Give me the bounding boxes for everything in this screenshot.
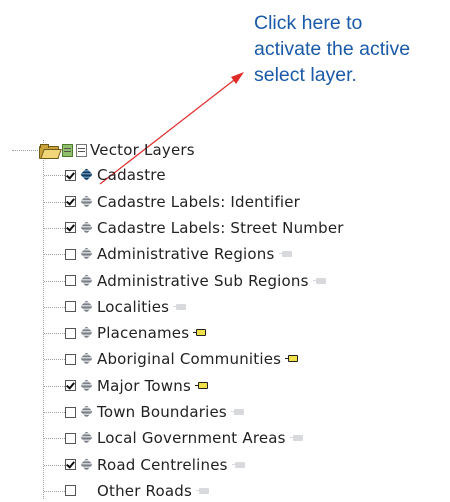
- tree-connector: [44, 306, 65, 308]
- label-tag-icon[interactable]: [231, 461, 246, 469]
- layer-label: Other Roads: [97, 481, 193, 500]
- select-layer-icon[interactable]: [79, 221, 93, 235]
- layer-row[interactable]: Administrative Sub Regions: [65, 270, 327, 292]
- layer-visibility-checkbox[interactable]: [65, 275, 76, 286]
- layer-label: Administrative Regions: [97, 245, 275, 264]
- layer-row[interactable]: Road Centrelines: [65, 454, 246, 476]
- select-layer-icon[interactable]: [79, 405, 93, 419]
- layer-tree: Vector Layers Cadastre Cadastre Labels: Id…: [0, 0, 450, 500]
- properties-icon[interactable]: [76, 143, 87, 157]
- tree-connector: [44, 412, 65, 413]
- layer-label: Cadastre: [97, 166, 166, 185]
- tree-connector: [44, 438, 65, 440]
- layer-row[interactable]: Town Boundaries: [65, 401, 245, 423]
- layer-visibility-checkbox[interactable]: [65, 459, 76, 471]
- layer-label: Road Centrelines: [97, 455, 228, 474]
- layer-visibility-checkbox[interactable]: [65, 380, 76, 392]
- label-tag-active-icon[interactable]: [195, 381, 209, 390]
- label-tag-active-icon[interactable]: [193, 329, 207, 337]
- layer-visibility-checkbox[interactable]: [65, 432, 76, 444]
- layer-label: Local Government Areas: [97, 429, 286, 448]
- tree-connector: [44, 464, 65, 466]
- layer-label: Cadastre Labels: Street Number: [97, 218, 344, 237]
- layer-row[interactable]: Placenames: [65, 322, 207, 344]
- layer-row[interactable]: Administrative Regions: [65, 243, 293, 265]
- layer-label: Aboriginal Communities: [97, 350, 282, 369]
- layer-visibility-checkbox[interactable]: [65, 222, 76, 234]
- tree-root-vector-layers[interactable]: Vector Layers: [39, 139, 195, 161]
- layer-row[interactable]: Cadastre Labels: Identifier: [65, 191, 300, 213]
- layer-visibility-checkbox[interactable]: [65, 485, 76, 497]
- select-layer-icon[interactable]: [79, 379, 93, 393]
- select-layer-icon[interactable]: [79, 326, 93, 340]
- select-layer-icon[interactable]: [79, 431, 93, 445]
- active-select-layer-icon[interactable]: [79, 168, 93, 182]
- layer-row[interactable]: Cadastre: [65, 164, 166, 186]
- layer-icon-placeholder: [79, 484, 93, 498]
- select-layer-icon[interactable]: [79, 247, 93, 261]
- folder-open-icon[interactable]: [39, 143, 62, 159]
- tree-connector: [44, 333, 65, 335]
- layer-row[interactable]: Localities: [65, 296, 187, 318]
- layer-row[interactable]: Aboriginal Communities: [65, 348, 299, 370]
- legend-icon[interactable]: [62, 143, 73, 157]
- label-tag-icon[interactable]: [173, 303, 187, 311]
- tree-connector: [44, 359, 65, 361]
- select-layer-icon[interactable]: [79, 352, 93, 366]
- tree-connector: [44, 385, 65, 387]
- select-layer-icon[interactable]: [79, 274, 93, 288]
- layer-visibility-checkbox[interactable]: [65, 301, 76, 313]
- layer-label: Major Towns: [97, 376, 191, 395]
- layer-visibility-checkbox[interactable]: [65, 169, 76, 181]
- label-tag-icon[interactable]: [278, 250, 293, 258]
- layer-label: Town Boundaries: [97, 403, 227, 421]
- layer-visibility-checkbox[interactable]: [65, 406, 76, 418]
- layer-visibility-checkbox[interactable]: [65, 353, 76, 365]
- tree-connector: [12, 150, 38, 151]
- layer-row[interactable]: Local Government Areas: [65, 427, 304, 449]
- layer-label: Administrative Sub Regions: [97, 271, 309, 290]
- label-tag-icon[interactable]: [289, 434, 304, 442]
- layer-visibility-checkbox[interactable]: [65, 196, 76, 208]
- tree-connector: [44, 227, 65, 229]
- label-tag-icon[interactable]: [312, 277, 327, 285]
- layer-row[interactable]: Major Towns: [65, 375, 209, 397]
- layer-label: Cadastre Labels: Identifier: [97, 192, 300, 211]
- tree-connector: [44, 490, 65, 492]
- tree-connector: [44, 280, 65, 282]
- select-layer-icon[interactable]: [79, 195, 93, 209]
- label-tag-icon[interactable]: [196, 487, 210, 495]
- layer-label: Placenames: [97, 324, 190, 343]
- tree-root-label: Vector Layers: [90, 141, 195, 159]
- label-tag-active-icon[interactable]: [285, 355, 299, 363]
- tree-connector: [44, 175, 65, 177]
- label-tag-icon[interactable]: [230, 408, 245, 416]
- layer-visibility-checkbox[interactable]: [65, 327, 76, 339]
- tree-guide-line: [43, 140, 44, 499]
- tree-connector: [44, 201, 65, 203]
- tree-connector: [44, 254, 65, 256]
- select-layer-icon[interactable]: [79, 300, 93, 314]
- layer-row[interactable]: Cadastre Labels: Street Number: [65, 217, 344, 239]
- select-layer-icon[interactable]: [79, 458, 93, 472]
- layer-visibility-checkbox[interactable]: [65, 248, 76, 260]
- layer-label: Localities: [97, 297, 170, 316]
